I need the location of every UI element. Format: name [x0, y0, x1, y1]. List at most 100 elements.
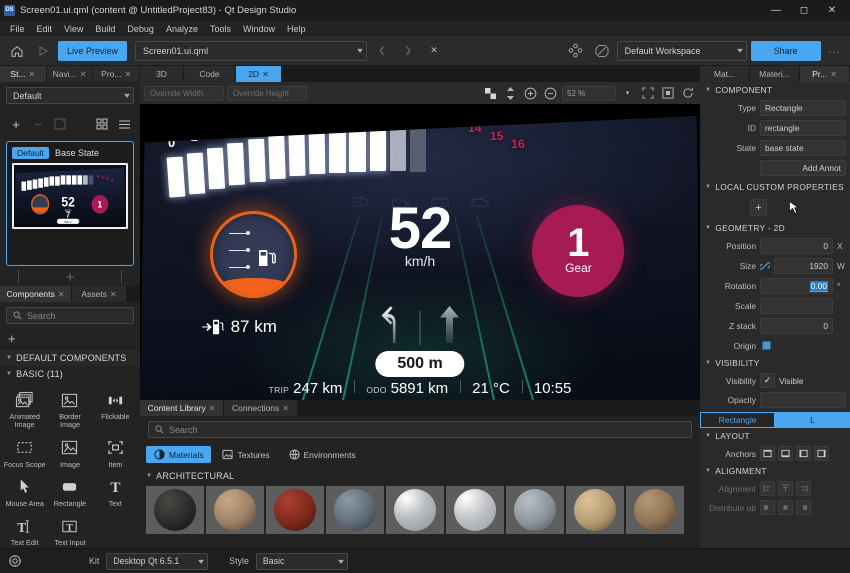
menu-help[interactable]: Help — [281, 24, 312, 34]
segment-textures[interactable]: Textures — [214, 446, 277, 463]
component-animated-image[interactable]: Animated Image — [2, 385, 47, 433]
component-mouse-area[interactable]: Mouse Area — [2, 472, 47, 511]
add-annotation-button[interactable]: Add Annot — [760, 160, 846, 176]
tab-3d[interactable]: 3D — [140, 66, 184, 82]
design-canvas[interactable]: 0 1 2 3 4 5 6 7 8 9 10 11 12 13 — [140, 104, 700, 400]
close-document-icon[interactable]: ✕ — [423, 40, 445, 62]
anchor-right-icon[interactable] — [814, 446, 829, 461]
menu-file[interactable]: File — [4, 24, 31, 34]
content-library-search-input[interactable]: Search — [148, 421, 692, 438]
override-height-input[interactable]: Override Height — [227, 86, 307, 101]
close-icon[interactable]: ✕ — [830, 70, 837, 79]
size-width-input[interactable]: 1920 — [774, 258, 833, 274]
position-x-input[interactable]: 0 — [760, 238, 833, 254]
component-text-input[interactable]: T Text Input — [47, 511, 92, 548]
list-view-icon[interactable] — [114, 114, 134, 134]
close-icon[interactable]: ✕ — [110, 290, 117, 299]
zoom-in-icon[interactable] — [522, 85, 539, 102]
state-card-base[interactable]: Default Base State — [6, 141, 134, 266]
component-rectangle[interactable]: Rectangle — [47, 472, 92, 511]
type-value[interactable]: Rectangle — [760, 100, 846, 116]
section-alignment[interactable]: ▼ ALIGNMENT — [700, 463, 850, 479]
origin-control[interactable] — [760, 339, 846, 352]
subtab-layout[interactable]: L — [775, 412, 850, 428]
share-button[interactable]: Share — [751, 41, 821, 61]
zoom-out-icon[interactable] — [542, 85, 559, 102]
close-icon[interactable]: ✕ — [262, 70, 269, 79]
section-architectural[interactable]: ▼ ARCHITECTURAL — [140, 468, 700, 484]
components-search-input[interactable]: Search — [6, 307, 134, 324]
toolbar-overflow-button[interactable]: ... — [825, 45, 844, 56]
zstack-input[interactable]: 0 — [760, 318, 833, 334]
component-image[interactable]: Image — [47, 433, 92, 472]
tab-code[interactable]: Code — [184, 66, 236, 82]
tab-2d[interactable]: 2D ✕ — [236, 66, 282, 82]
visible-checkbox[interactable]: ✓ — [760, 373, 775, 388]
component-border-image[interactable]: Border Image — [47, 385, 92, 433]
close-icon[interactable]: ✕ — [818, 0, 846, 21]
section-default-components[interactable]: ▼ DEFAULT COMPONENTS — [0, 350, 140, 366]
panel-splitter[interactable]: + — [0, 268, 140, 286]
properties-scroll-area[interactable]: ▼ COMPONENT Type Rectangle ID rectangle … — [700, 82, 850, 548]
tab-connections[interactable]: Connections ✕ — [224, 400, 298, 416]
play-icon[interactable] — [32, 40, 54, 62]
spacing-icon[interactable] — [502, 85, 519, 102]
close-icon[interactable]: ✕ — [29, 70, 36, 79]
id-input[interactable]: rectangle — [760, 120, 846, 136]
zoom-level-input[interactable]: 52 % — [562, 86, 616, 101]
scale-input[interactable] — [760, 298, 833, 314]
edit-state-icon[interactable] — [50, 114, 70, 134]
menu-build[interactable]: Build — [89, 24, 121, 34]
close-icon[interactable]: ✕ — [124, 70, 131, 79]
maximize-icon[interactable]: ◻ — [790, 0, 818, 21]
tab-states[interactable]: St... ✕ — [0, 66, 47, 82]
rotation-input[interactable]: 0.00 — [760, 278, 833, 294]
distribute-right-icon[interactable] — [796, 500, 811, 515]
anchor-top-icon[interactable] — [760, 446, 775, 461]
add-custom-property-button[interactable]: + — [750, 199, 767, 216]
fit-selection-icon[interactable] — [639, 85, 656, 102]
section-basic[interactable]: ▼ BASIC (11) — [0, 366, 140, 382]
opacity-input[interactable] — [760, 392, 846, 408]
no-annotation-icon[interactable] — [591, 40, 613, 62]
snap-icon[interactable] — [482, 85, 499, 102]
material-thumbnail[interactable] — [386, 486, 444, 534]
tab-material-editor[interactable]: Materi... — [750, 66, 800, 82]
menu-edit[interactable]: Edit — [31, 24, 59, 34]
components-list[interactable]: ▼ BASIC (11) Animated Image Borde — [0, 366, 140, 548]
open-document-dropdown[interactable]: Screen01.ui.qml ▾ — [135, 41, 367, 61]
layout-nodes-icon[interactable] — [565, 40, 587, 62]
material-thumbnail[interactable] — [326, 486, 384, 534]
chevron-right-icon[interactable]: ❯ — [397, 40, 419, 62]
override-width-input[interactable]: Override Width — [144, 86, 224, 101]
home-icon[interactable] — [6, 40, 28, 62]
component-text[interactable]: T Text — [93, 472, 138, 511]
close-icon[interactable]: ✕ — [209, 404, 216, 413]
style-dropdown[interactable]: Basic ▾ — [256, 553, 348, 570]
section-geometry-2d[interactable]: ▼ GEOMETRY - 2D — [700, 220, 850, 236]
distribute-center-icon[interactable] — [778, 500, 793, 515]
chevron-left-icon[interactable]: ❮ — [371, 40, 393, 62]
menu-analyze[interactable]: Analyze — [160, 24, 204, 34]
anchor-bottom-icon[interactable] — [778, 446, 793, 461]
states-group-dropdown[interactable]: Default ▾ — [6, 87, 134, 104]
reset-view-icon[interactable] — [679, 85, 696, 102]
menu-tools[interactable]: Tools — [204, 24, 237, 34]
component-text-edit[interactable]: T Text Edit — [2, 511, 47, 548]
align-left-icon[interactable] — [760, 481, 775, 496]
menu-view[interactable]: View — [58, 24, 89, 34]
material-thumbnail[interactable] — [566, 486, 624, 534]
anchor-left-icon[interactable] — [796, 446, 811, 461]
state-value[interactable]: base state — [760, 140, 846, 156]
material-thumbnail[interactable] — [266, 486, 324, 534]
menu-window[interactable]: Window — [237, 24, 281, 34]
tab-projects[interactable]: Pro... ✕ — [93, 66, 140, 82]
align-right-icon[interactable] — [796, 481, 811, 496]
material-thumbnail[interactable] — [506, 486, 564, 534]
segment-environments[interactable]: Environments — [281, 446, 364, 463]
tab-properties[interactable]: Pr... ✕ — [800, 66, 850, 82]
gear-icon[interactable] — [8, 554, 22, 568]
section-component[interactable]: ▼ COMPONENT — [700, 82, 850, 98]
section-layout[interactable]: ▼ LAYOUT — [700, 428, 850, 444]
component-item[interactable]: Item — [93, 433, 138, 472]
